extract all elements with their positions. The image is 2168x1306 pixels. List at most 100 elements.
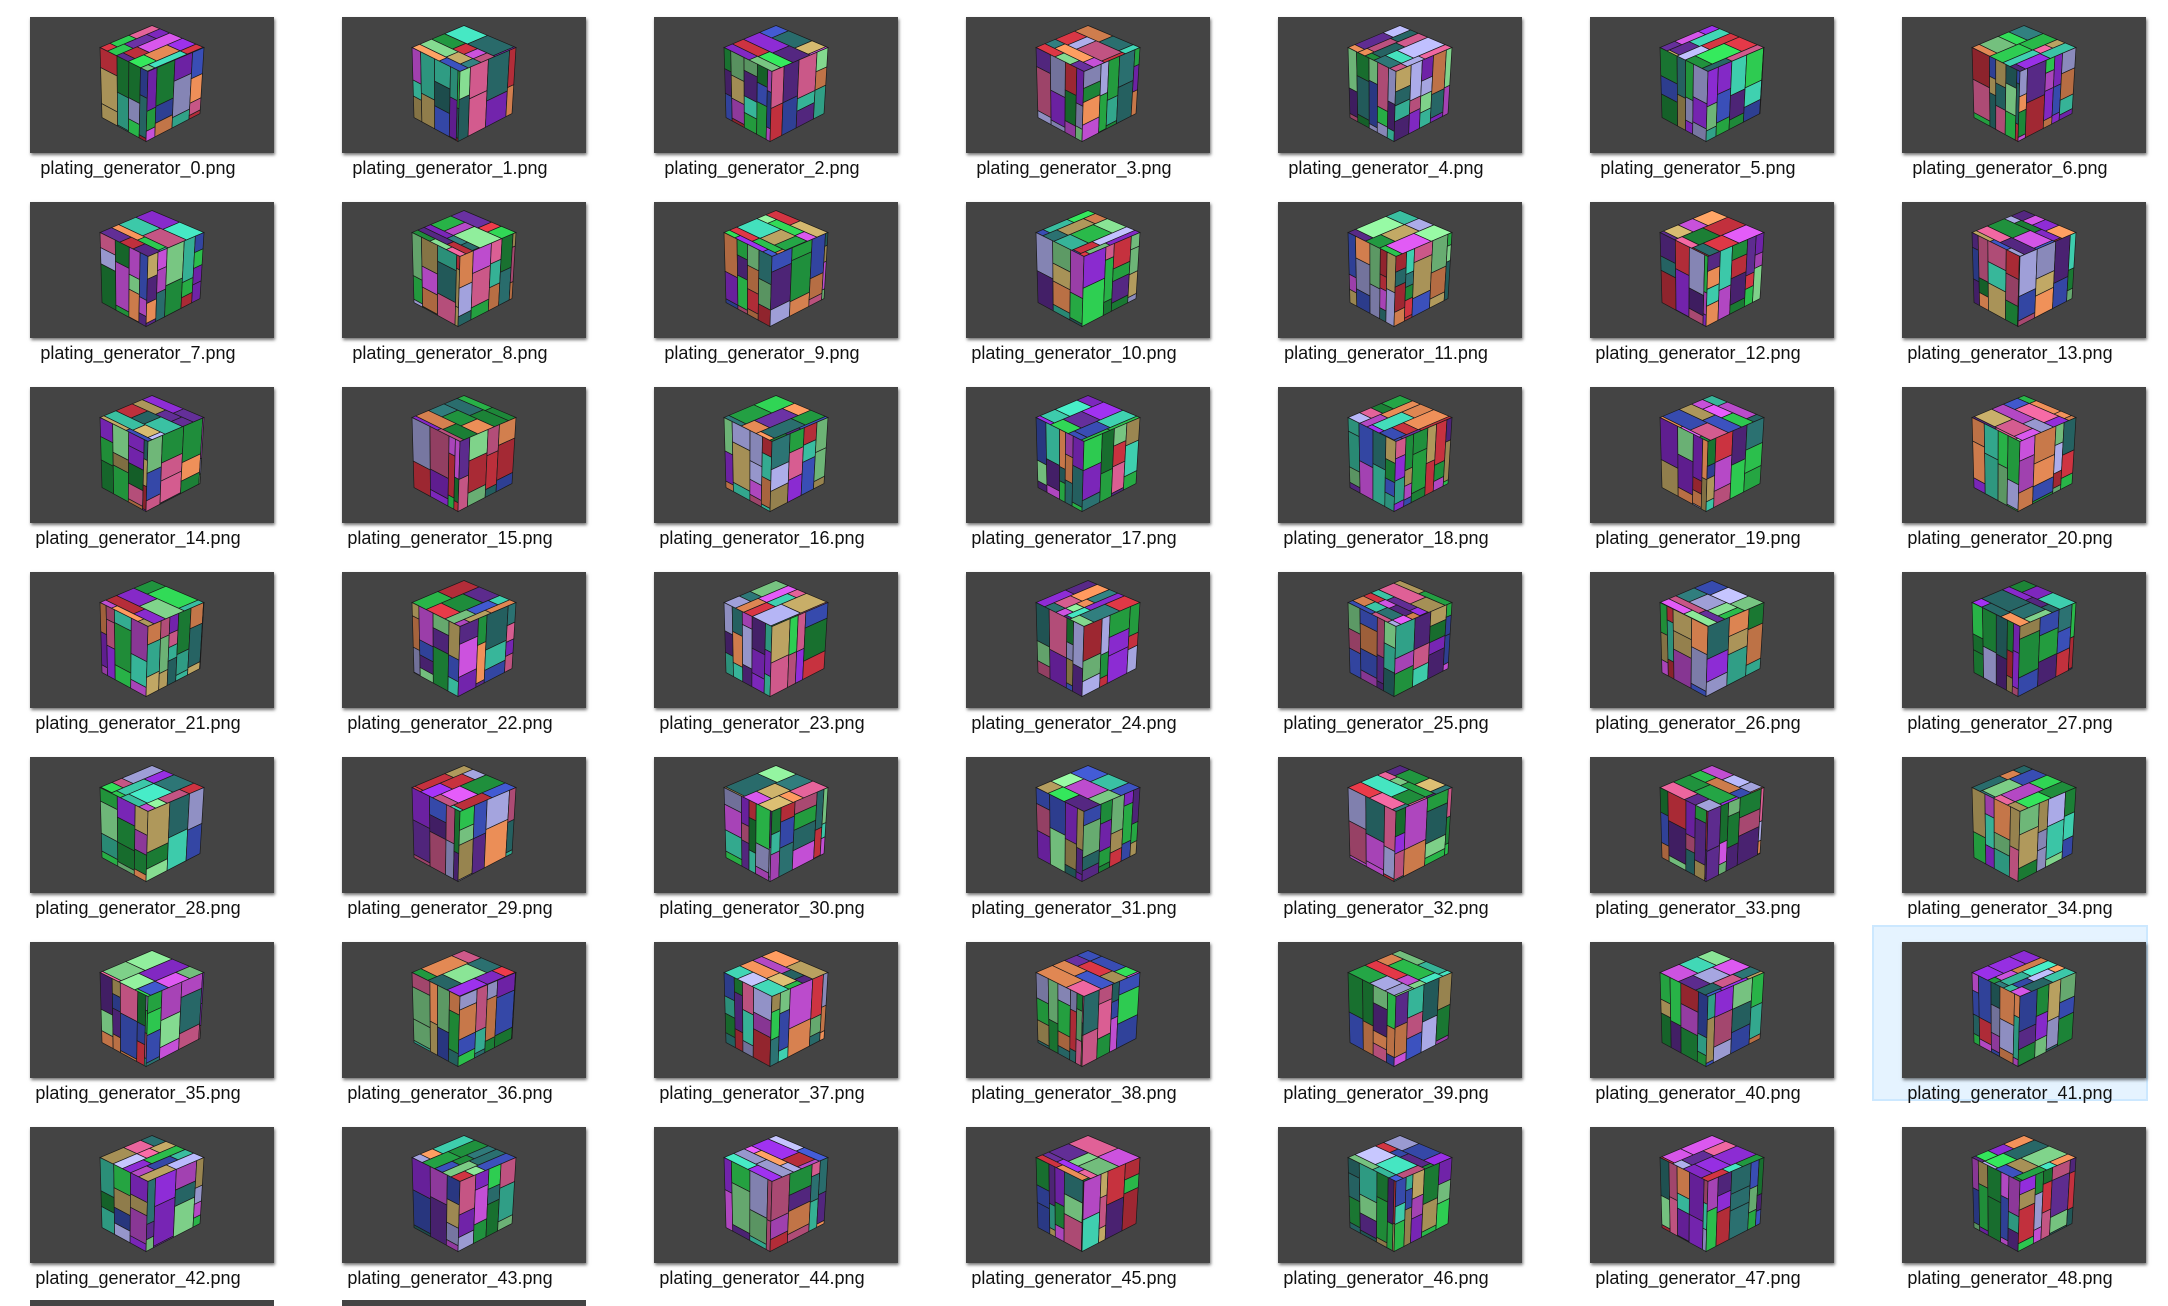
- file-item[interactable]: plating_generator_30.png: [624, 740, 900, 919]
- file-thumbnail[interactable]: [966, 942, 1210, 1078]
- file-thumbnail[interactable]: [1590, 387, 1834, 523]
- file-name-label[interactable]: plating_generator_35.png: [0, 1083, 276, 1104]
- file-name-label[interactable]: plating_generator_33.png: [1560, 898, 1836, 919]
- file-name-label[interactable]: plating_generator_17.png: [936, 528, 1212, 549]
- file-name-label[interactable]: plating_generator_8.png: [312, 343, 588, 364]
- file-name-label[interactable]: plating_generator_0.png: [0, 158, 276, 179]
- file-item[interactable]: plating_generator_9.png: [624, 185, 900, 364]
- file-name-label[interactable]: plating_generator_37.png: [624, 1083, 900, 1104]
- file-item[interactable]: plating_generator_48.png: [1872, 1110, 2148, 1288]
- file-item[interactable]: plating_generator_2.png: [624, 0, 900, 178]
- file-thumbnail[interactable]: [1590, 202, 1834, 338]
- file-item[interactable]: plating_generator_20.png: [1872, 370, 2148, 548]
- file-name-label[interactable]: plating_generator_30.png: [624, 898, 900, 919]
- file-thumbnail[interactable]: [1902, 572, 2146, 708]
- file-item[interactable]: plating_generator_19.png: [1560, 370, 1836, 549]
- file-name-label[interactable]: plating_generator_14.png: [0, 528, 276, 549]
- file-thumbnail[interactable]: [342, 1127, 586, 1263]
- file-name-label[interactable]: plating_generator_24.png: [936, 713, 1212, 734]
- file-name-label[interactable]: plating_generator_10.png: [936, 343, 1212, 364]
- file-thumbnail[interactable]: [30, 757, 274, 893]
- file-thumbnail[interactable]: [342, 202, 586, 338]
- file-item[interactable]: plating_generator_31.png: [936, 740, 1212, 919]
- file-item[interactable]: plating_generator_25.png: [1248, 555, 1524, 733]
- file-name-label[interactable]: plating_generator_5.png: [1560, 158, 1836, 179]
- file-name-label[interactable]: plating_generator_40.png: [1560, 1083, 1836, 1104]
- file-name-label[interactable]: plating_generator_32.png: [1248, 898, 1524, 919]
- file-thumbnail[interactable]: [654, 17, 898, 153]
- file-name-label[interactable]: plating_generator_28.png: [0, 898, 276, 919]
- file-item[interactable]: plating_generator_18.png: [1248, 370, 1524, 549]
- file-item[interactable]: plating_generator_12.png: [1560, 185, 1836, 364]
- file-name-label[interactable]: plating_generator_39.png: [1248, 1083, 1524, 1104]
- file-item[interactable]: plating_generator_13.png: [1872, 185, 2148, 364]
- file-item[interactable]: plating_generator_28.png: [0, 740, 276, 919]
- file-thumbnail[interactable]: [342, 942, 586, 1078]
- file-item[interactable]: plating_generator_41.png: [1872, 925, 2148, 1104]
- file-item[interactable]: plating_generator_44.png: [624, 1110, 900, 1288]
- file-thumbnail[interactable]: [30, 202, 274, 338]
- file-item[interactable]: plating_generator_46.png: [1248, 1110, 1524, 1289]
- file-name-label[interactable]: plating_generator_3.png: [936, 158, 1212, 179]
- file-item[interactable]: plating_generator_21.png: [0, 555, 276, 733]
- file-name-label[interactable]: plating_generator_46.png: [1248, 1268, 1524, 1289]
- file-thumbnail[interactable]: [30, 17, 274, 153]
- file-thumbnail[interactable]: [1590, 17, 1834, 153]
- file-name-label[interactable]: plating_generator_29.png: [312, 898, 588, 919]
- file-name-label[interactable]: plating_generator_16.png: [624, 528, 900, 549]
- file-name-label[interactable]: plating_generator_4.png: [1248, 158, 1524, 179]
- file-thumbnail[interactable]: [654, 1127, 898, 1263]
- file-name-label[interactable]: plating_generator_31.png: [936, 898, 1212, 919]
- file-item[interactable]: plating_generator_10.png: [936, 185, 1212, 364]
- file-item[interactable]: plating_generator_8.png: [312, 185, 588, 364]
- file-name-label[interactable]: plating_generator_19.png: [1560, 528, 1836, 549]
- file-item[interactable]: plating_generator_24.png: [936, 555, 1212, 734]
- file-thumbnail[interactable]: [1902, 1127, 2146, 1263]
- file-name-label[interactable]: plating_generator_7.png: [0, 343, 276, 364]
- file-item[interactable]: plating_generator_7.png: [0, 185, 276, 364]
- file-name-label[interactable]: plating_generator_47.png: [1560, 1268, 1836, 1289]
- file-name-label[interactable]: plating_generator_27.png: [1872, 713, 2148, 734]
- file-thumbnail[interactable]: [1278, 202, 1522, 338]
- file-item[interactable]: plating_generator_15.png: [312, 370, 588, 548]
- file-thumbnail[interactable]: [30, 572, 274, 708]
- file-thumbnail[interactable]: [966, 17, 1210, 153]
- file-name-label[interactable]: plating_generator_6.png: [1872, 158, 2148, 179]
- file-item[interactable]: plating_generator_0.png: [0, 0, 276, 179]
- file-thumbnail[interactable]: [1902, 942, 2146, 1078]
- file-thumbnail[interactable]: [966, 1127, 1210, 1263]
- file-thumbnail[interactable]: [1590, 757, 1834, 893]
- file-item[interactable]: plating_generator_39.png: [1248, 925, 1524, 1104]
- file-thumbnail[interactable]: [966, 202, 1210, 338]
- file-thumbnail[interactable]: [1278, 942, 1522, 1078]
- file-thumbnail[interactable]: [654, 202, 898, 338]
- file-item[interactable]: plating_generator_23.png: [624, 555, 900, 734]
- file-thumbnail[interactable]: [1278, 572, 1522, 708]
- file-thumbnail[interactable]: [1902, 387, 2146, 523]
- file-name-label[interactable]: plating_generator_9.png: [624, 343, 900, 364]
- file-name-label[interactable]: plating_generator_18.png: [1248, 528, 1524, 549]
- file-thumbnail[interactable]: [342, 757, 586, 893]
- file-name-label[interactable]: plating_generator_41.png: [1874, 1083, 2146, 1104]
- file-item[interactable]: plating_generator_33.png: [1560, 740, 1836, 919]
- file-name-label[interactable]: plating_generator_13.png: [1872, 343, 2148, 364]
- file-thumbnail[interactable]: [654, 757, 898, 893]
- file-name-label[interactable]: plating_generator_26.png: [1560, 713, 1836, 734]
- file-item[interactable]: plating_generator_14.png: [0, 370, 276, 549]
- file-name-label[interactable]: plating_generator_12.png: [1560, 343, 1836, 364]
- file-thumbnail[interactable]: [30, 942, 274, 1078]
- file-thumbnail[interactable]: [1590, 942, 1834, 1078]
- file-thumbnail[interactable]: [342, 572, 586, 708]
- file-name-label[interactable]: plating_generator_1.png: [312, 158, 588, 179]
- file-thumbnail[interactable]: [966, 387, 1210, 523]
- file-item[interactable]: plating_generator_5.png: [1560, 0, 1836, 179]
- file-item[interactable]: plating_generator_47.png: [1560, 1110, 1836, 1289]
- file-item[interactable]: plating_generator_35.png: [0, 925, 276, 1104]
- file-item[interactable]: plating_generator_29.png: [312, 740, 588, 919]
- file-name-label[interactable]: plating_generator_11.png: [1248, 343, 1524, 364]
- file-thumbnail[interactable]: [1902, 757, 2146, 893]
- file-item[interactable]: plating_generator_16.png: [624, 370, 900, 549]
- file-thumbnail[interactable]: [1278, 757, 1522, 893]
- partial-thumbnail-next-row[interactable]: [30, 1300, 274, 1306]
- file-name-label[interactable]: plating_generator_23.png: [624, 713, 900, 734]
